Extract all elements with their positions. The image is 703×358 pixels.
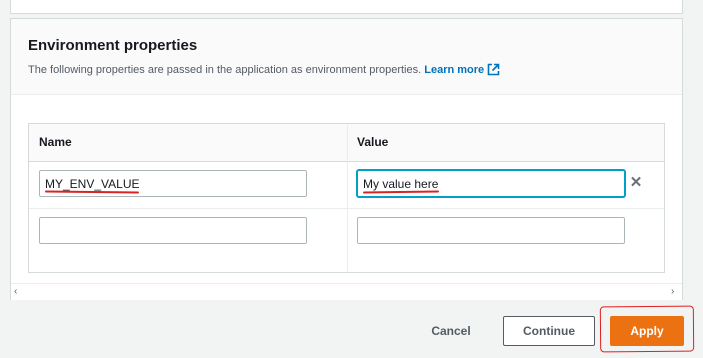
panel-header: Environment properties The following pro… <box>11 19 682 95</box>
external-link-icon <box>487 63 500 79</box>
learn-more-link[interactable]: Learn more <box>424 63 500 79</box>
close-icon: ✕ <box>629 174 643 191</box>
column-divider <box>347 124 348 272</box>
previous-panel-bottom <box>10 0 683 14</box>
column-header-name: Name <box>39 135 72 149</box>
cancel-button[interactable]: Cancel <box>418 316 484 346</box>
scroll-right-icon[interactable]: › <box>671 286 674 297</box>
env-name-input[interactable] <box>39 170 307 197</box>
remove-row-button[interactable]: ✕ <box>628 174 644 191</box>
annotation-apply-highlight <box>599 305 695 353</box>
env-name-input-empty[interactable] <box>39 217 307 244</box>
row-divider <box>29 208 664 209</box>
panel-description: The following properties are passed in t… <box>28 63 500 79</box>
column-header-value: Value <box>357 135 389 149</box>
environment-properties-table: Name Value ✕ <box>28 123 665 273</box>
environment-properties-panel: Environment properties The following pro… <box>10 18 683 300</box>
scroll-left-icon[interactable]: ‹ <box>14 286 17 297</box>
env-value-input-empty[interactable] <box>357 217 625 244</box>
learn-more-label: Learn more <box>424 64 485 76</box>
description-text: The following properties are passed in t… <box>28 64 422 76</box>
horizontal-scrollbar[interactable]: ‹ › <box>11 283 682 300</box>
continue-button[interactable]: Continue <box>503 316 595 346</box>
panel-title: Environment properties <box>28 37 198 54</box>
